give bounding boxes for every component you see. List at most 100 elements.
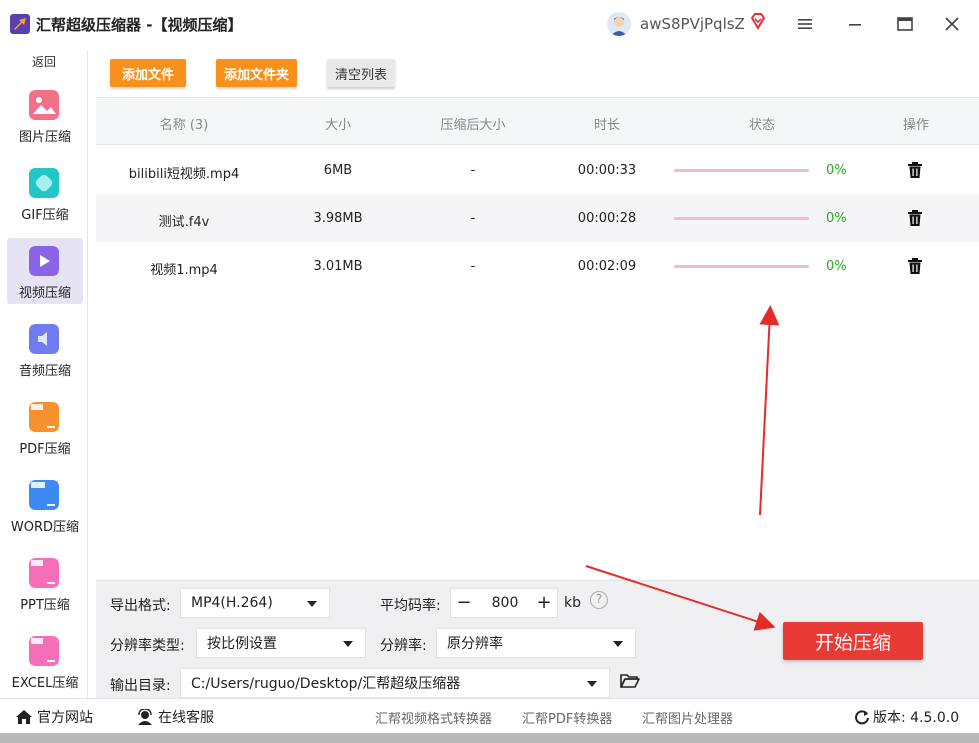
- version-info[interactable]: 版本: 4.5.0.0: [854, 707, 959, 727]
- refresh-icon: [855, 710, 869, 725]
- support-label: 在线客服: [158, 710, 214, 726]
- folder-icon[interactable]: [620, 673, 640, 689]
- home-icon: [16, 710, 32, 724]
- sidebar-item-excel[interactable]: EXCEL压缩: [7, 628, 83, 694]
- sidebar-item-ppt[interactable]: PPT压缩: [7, 550, 83, 616]
- header-actions: 操作: [902, 118, 929, 133]
- compressed-size: -: [470, 163, 476, 178]
- excel-compress-icon: [29, 636, 59, 666]
- format-select[interactable]: MP4(H.264): [180, 588, 330, 618]
- sidebar-item-word[interactable]: WORD压缩: [7, 472, 83, 538]
- resolution-type-select[interactable]: 按比例设置: [196, 628, 366, 658]
- online-support-link[interactable]: 在线客服: [136, 707, 214, 727]
- table-header: 名称 (3) 大小 压缩后大小 时长 状态 操作: [96, 99, 979, 145]
- progress-percent: 0%: [826, 163, 847, 178]
- chevron-down-icon: [613, 641, 623, 647]
- file-name: 测试.f4v: [158, 215, 210, 230]
- trash-icon[interactable]: [906, 209, 924, 227]
- output-dir-label: 输出目录:: [110, 678, 171, 694]
- minimize-button[interactable]: [845, 14, 865, 34]
- table-row[interactable]: 视频1.mp4 3.01MB - 00:02:09 0%: [96, 242, 979, 290]
- sidebar-item-image[interactable]: 图片压缩: [7, 82, 83, 148]
- sidebar-item-pdf[interactable]: PDF压缩: [7, 394, 83, 460]
- sidebar-item-label: 音频压缩: [18, 364, 71, 379]
- table-row[interactable]: 测试.f4v 3.98MB - 00:00:28 0%: [96, 194, 979, 242]
- add-file-button[interactable]: 添加文件: [110, 59, 186, 87]
- sidebar-item-label: GIF压缩: [21, 208, 69, 223]
- header-status: 状态: [748, 118, 775, 133]
- sidebar-item-audio[interactable]: 音频压缩: [7, 316, 83, 382]
- output-dir-value: C:/Users/ruguo/Desktop/汇帮超级压缩器: [191, 676, 461, 692]
- start-compress-button[interactable]: 开始压缩: [783, 622, 923, 660]
- add-folder-button[interactable]: 添加文件夹: [216, 59, 297, 87]
- file-name: bilibili短视频.mp4: [128, 167, 240, 182]
- trash-icon[interactable]: [906, 257, 924, 275]
- link-pdf-converter[interactable]: 汇帮PDF转换器: [522, 708, 612, 727]
- minimize-icon: [849, 24, 861, 26]
- format-label: 导出格式:: [110, 598, 171, 614]
- avatar[interactable]: [607, 12, 631, 36]
- bottom-strip: [0, 733, 979, 743]
- app-window: 汇帮超级压缩器 -【视频压缩】 awS8PVjPqlsZ 返回 图片压缩 GIF…: [0, 0, 979, 743]
- image-compress-icon: [29, 90, 59, 120]
- toolbar: 添加文件 添加文件夹 清空列表: [96, 50, 979, 98]
- maximize-button[interactable]: [895, 14, 915, 34]
- resolution-label: 分辨率:: [380, 638, 427, 654]
- compressed-size: -: [470, 259, 476, 274]
- header-name[interactable]: 名称 (3): [134, 114, 234, 133]
- progress-bar: [674, 169, 809, 172]
- menu-button[interactable]: [795, 14, 815, 34]
- sidebar-item-label: EXCEL压缩: [11, 676, 79, 691]
- app-logo-icon: [10, 14, 30, 34]
- resolution-select[interactable]: 原分辨率: [436, 628, 636, 658]
- maximize-icon: [897, 17, 913, 31]
- file-size: 6MB: [323, 163, 353, 178]
- bitrate-stepper: − 800 +: [450, 588, 558, 618]
- duration: 00:00:28: [577, 211, 637, 226]
- title-bar: 汇帮超级压缩器 -【视频压缩】 awS8PVjPqlsZ: [0, 0, 979, 50]
- file-name: 视频1.mp4: [150, 263, 218, 278]
- compressed-size: -: [470, 211, 476, 226]
- output-dir-select[interactable]: C:/Users/ruguo/Desktop/汇帮超级压缩器: [180, 668, 610, 698]
- trash-icon[interactable]: [906, 161, 924, 179]
- help-icon[interactable]: ?: [590, 591, 608, 609]
- resolution-value: 原分辨率: [447, 636, 503, 652]
- video-compress-icon: [29, 246, 59, 276]
- username[interactable]: awS8PVjPqlsZ: [640, 15, 745, 33]
- format-value: MP4(H.264): [191, 595, 273, 611]
- header-size[interactable]: 大小: [308, 114, 368, 133]
- progress-bar: [674, 265, 809, 268]
- close-button[interactable]: [942, 14, 962, 34]
- sidebar-item-label: PDF压缩: [19, 442, 71, 457]
- website-label: 官方网站: [37, 710, 93, 726]
- progress-bar: [674, 217, 809, 220]
- sidebar: 返回 图片压缩 GIF压缩 视频压缩 音频压缩 PDF压缩 WORD压缩 PPT…: [0, 50, 88, 698]
- gif-compress-icon: [29, 168, 59, 198]
- word-compress-icon: [29, 480, 59, 510]
- vip-diamond-icon[interactable]: [749, 12, 767, 30]
- resolution-type-value: 按比例设置: [207, 636, 277, 652]
- decrement-button[interactable]: −: [451, 589, 477, 617]
- official-website-link[interactable]: 官方网站: [15, 707, 93, 727]
- pdf-compress-icon: [29, 402, 59, 432]
- sidebar-item-label: 图片压缩: [18, 130, 71, 145]
- chevron-down-icon: [307, 601, 317, 607]
- link-image-processor[interactable]: 汇帮图片处理器: [642, 708, 733, 727]
- link-video-converter[interactable]: 汇帮视频格式转换器: [375, 708, 492, 727]
- increment-button[interactable]: +: [531, 589, 557, 617]
- hamburger-menu-icon: [798, 19, 812, 29]
- resolution-type-label: 分辨率类型:: [110, 638, 185, 654]
- back-button[interactable]: 返回: [0, 50, 88, 74]
- bitrate-unit: kb: [564, 595, 581, 611]
- table-row[interactable]: bilibili短视频.mp4 6MB - 00:00:33 0%: [96, 146, 979, 194]
- bitrate-value[interactable]: 800: [477, 595, 533, 611]
- clear-list-button[interactable]: 清空列表: [327, 59, 395, 87]
- chevron-down-icon: [587, 681, 597, 687]
- chevron-down-icon: [343, 641, 353, 647]
- header-duration[interactable]: 时长: [577, 114, 637, 133]
- sidebar-item-gif[interactable]: GIF压缩: [7, 160, 83, 226]
- ppt-compress-icon: [29, 558, 59, 588]
- progress-percent: 0%: [826, 211, 847, 226]
- sidebar-item-video[interactable]: 视频压缩: [7, 238, 83, 304]
- header-compressed-size[interactable]: 压缩后大小: [423, 114, 523, 133]
